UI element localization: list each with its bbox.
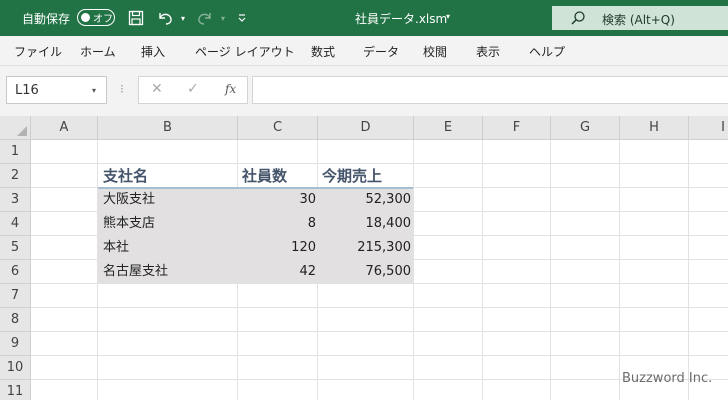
row-header-7[interactable]: 7 [0,284,31,308]
cell-b6[interactable]: 名古屋支社 [103,260,168,284]
cell-d6[interactable]: 76,500 [318,260,412,284]
insert-function-icon[interactable]: fx [225,82,236,96]
column-header-h[interactable]: H [620,116,689,140]
cell-b3[interactable]: 大阪支社 [103,188,155,212]
cell-d5[interactable]: 215,300 [318,236,411,260]
cell-d4[interactable]: 18,400 [318,212,412,236]
cell-c4[interactable]: 8 [238,212,316,236]
name-box-dropdown-icon[interactable]: ▾ [92,86,96,95]
gridline [619,140,620,400]
gridline [97,140,98,400]
row-header-8[interactable]: 8 [0,308,31,332]
enter-icon[interactable]: ✓ [187,81,199,97]
formula-bar: L16 ▾ ⁝ ✕ ✓ fx [0,66,728,116]
menu-file[interactable]: ファイル [14,43,62,60]
gridline [31,307,728,308]
watermark: Buzzword Inc. [622,371,713,386]
menu-review[interactable]: 校閲 [423,43,447,60]
menu-data[interactable]: データ [363,43,399,60]
formula-input[interactable] [252,76,728,104]
redo-icon[interactable] [195,8,215,28]
file-title[interactable]: 社員データ.xlsm [355,10,447,27]
toggle-knob [81,13,90,22]
cell-c2[interactable]: 社員数 [242,164,287,188]
menu-bar: ファイル ホーム 挿入 ページ レイアウト 数式 データ 校閲 表示 ヘルプ [0,36,728,66]
menu-help[interactable]: ヘルプ [529,43,565,60]
menu-home[interactable]: ホーム [80,43,116,60]
search-placeholder: 検索 (Alt+Q) [602,13,675,27]
title-bar: 自動保存 オフ ▾ ▾ 社員データ.xlsm ▾ 検索 (Alt+Q) [0,0,728,36]
row-header-2[interactable]: 2 [0,164,31,188]
cell-c3[interactable]: 30 [238,188,316,212]
undo-icon[interactable] [155,8,175,28]
cancel-icon[interactable]: ✕ [151,81,163,97]
autosave-toggle[interactable]: オフ [77,9,115,26]
save-icon[interactable] [126,8,146,28]
row-header-3[interactable]: 3 [0,188,31,212]
column-header-b[interactable]: B [98,116,238,140]
cell-b2[interactable]: 支社名 [103,164,148,188]
gridline [413,140,414,400]
row-header-11[interactable]: 11 [0,380,31,400]
select-all-button[interactable] [0,116,31,140]
row-header-5[interactable]: 5 [0,236,31,260]
column-header-i[interactable]: I [689,116,728,140]
cell-b5[interactable]: 本社 [103,236,129,260]
search-box[interactable]: 検索 (Alt+Q) [552,6,728,30]
cell-c5[interactable]: 120 [238,236,316,260]
search-icon [570,10,586,29]
cell-d3[interactable]: 52,300 [318,188,412,212]
column-header-a[interactable]: A [31,116,98,140]
autosave-state: オフ [93,14,113,25]
cell-d2[interactable]: 今期売上 [322,164,382,188]
gridline [550,140,551,400]
column-header-g[interactable]: G [551,116,620,140]
cell-b4[interactable]: 熊本支店 [103,212,155,236]
column-header-f[interactable]: F [483,116,551,140]
gridline [688,140,689,400]
column-header-e[interactable]: E [414,116,483,140]
more-options-icon[interactable]: ⁝ [120,82,124,96]
gridline [31,355,728,356]
autosave-label: 自動保存 [22,12,71,26]
menu-view[interactable]: 表示 [476,43,500,60]
gridline [482,140,483,400]
redo-dropdown-icon[interactable]: ▾ [213,8,233,28]
menu-insert[interactable]: 挿入 [141,43,165,60]
chevron-down-icon[interactable]: ▾ [446,12,450,21]
formula-buttons: ✕ ✓ fx [138,76,248,104]
column-header-d[interactable]: D [318,116,414,140]
menu-formulas[interactable]: 数式 [311,43,335,60]
customize-toolbar-icon[interactable] [232,8,252,28]
row-header-6[interactable]: 6 [0,260,31,284]
row-header-1[interactable]: 1 [0,140,31,164]
column-header-c[interactable]: C [238,116,318,140]
undo-dropdown-icon[interactable]: ▾ [173,8,193,28]
cell-c6[interactable]: 42 [238,260,316,284]
spreadsheet-grid[interactable]: A B C D E F G H I 1 2 3 4 5 6 7 8 9 10 1… [0,116,728,400]
row-header-4[interactable]: 4 [0,212,31,236]
select-all-icon [17,126,27,136]
menu-page-layout[interactable]: ページ レイアウト [195,43,295,60]
gridline [31,331,728,332]
row-header-10[interactable]: 10 [0,356,31,380]
row-header-9[interactable]: 9 [0,332,31,356]
